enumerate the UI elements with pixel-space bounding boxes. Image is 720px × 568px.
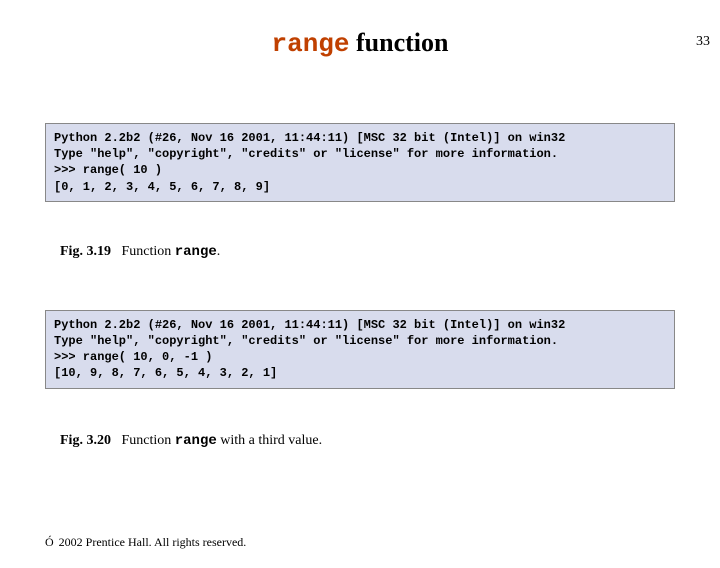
- copyright-symbol: Ó: [45, 535, 54, 549]
- code-block-1: Python 2.2b2 (#26, Nov 16 2001, 11:44:11…: [45, 123, 675, 202]
- page-title: range function: [0, 28, 720, 59]
- figure-caption-2: Fig. 3.20 Function range with a third va…: [60, 433, 720, 449]
- code1-line1: Python 2.2b2 (#26, Nov 16 2001, 11:44:11…: [54, 131, 565, 145]
- code2-line2: Type "help", "copyright", "credits" or "…: [54, 334, 558, 348]
- code1-line3: >>> range( 10 ): [54, 163, 162, 177]
- caption2-mono: range: [175, 433, 217, 449]
- footer-copyright: Ó 2002 Prentice Hall. All rights reserve…: [45, 535, 246, 550]
- figure-caption-1: Fig. 3.19 Function range.: [60, 244, 720, 260]
- caption1-label: Fig. 3.19: [60, 244, 111, 259]
- caption1-post: .: [217, 244, 221, 259]
- caption2-pre: Function: [121, 433, 174, 448]
- code2-line1: Python 2.2b2 (#26, Nov 16 2001, 11:44:11…: [54, 318, 565, 332]
- caption2-label: Fig. 3.20: [60, 433, 111, 448]
- title-code-word: range: [272, 29, 350, 59]
- code2-line4: [10, 9, 8, 7, 6, 5, 4, 3, 2, 1]: [54, 366, 277, 380]
- caption2-post: with a third value.: [217, 433, 322, 448]
- code2-line3: >>> range( 10, 0, -1 ): [54, 350, 212, 364]
- code1-line2: Type "help", "copyright", "credits" or "…: [54, 147, 558, 161]
- caption1-pre: Function: [121, 244, 174, 259]
- code1-line4: [0, 1, 2, 3, 4, 5, 6, 7, 8, 9]: [54, 180, 270, 194]
- page-number: 33: [696, 34, 710, 50]
- footer-text: 2002 Prentice Hall. All rights reserved.: [56, 535, 247, 549]
- title-rest: function: [350, 28, 449, 57]
- code-block-2: Python 2.2b2 (#26, Nov 16 2001, 11:44:11…: [45, 310, 675, 389]
- caption1-mono: range: [175, 244, 217, 260]
